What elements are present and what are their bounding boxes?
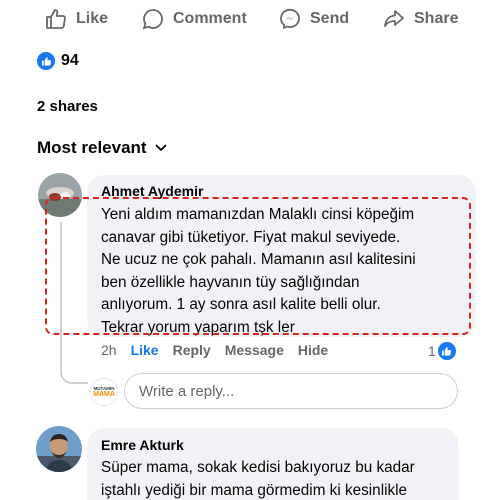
like-badge-icon [37, 52, 55, 70]
thumbs-up-icon [46, 9, 66, 29]
like-badge-icon [437, 342, 456, 360]
page-avatar: MUTAMİN MAMA [90, 378, 118, 406]
avatar[interactable] [36, 426, 82, 472]
comment-line: Ne ucuz ne çok pahalı. Mamanın asıl kali… [101, 251, 416, 268]
comment-like-count: 1 [428, 343, 436, 359]
comment-message-link[interactable]: Message [225, 342, 284, 358]
chevron-down-icon [155, 144, 166, 151]
reaction-summary[interactable]: 94 [37, 52, 79, 70]
comment-timestamp[interactable]: 2h [101, 342, 117, 358]
share-arrow-icon [384, 10, 404, 27]
reaction-count: 94 [61, 52, 79, 69]
comment-line: Yeni aldım mamanızdan Malaklı cinsi köpe… [101, 206, 415, 223]
send-button-label: Send [310, 10, 350, 27]
comment-reply-link[interactable]: Reply [173, 342, 211, 358]
avatar[interactable] [38, 173, 82, 217]
comment-line: anlıyorum. 1 ay sonra asıl kalite belli … [101, 296, 381, 313]
thread-connector [60, 222, 88, 384]
comment-bubble-icon [142, 9, 163, 30]
comment-reaction-summary[interactable]: 1 [428, 342, 456, 360]
comment-line: canavar gibi tüketiyor. Fiyat makul sevi… [101, 228, 401, 246]
like-button[interactable]: Like [44, 6, 108, 32]
comment-actions: 2h Like Reply Message Hide [101, 342, 342, 358]
comment-text: Yeni aldım mamanızdan Malaklı cinsi köpe… [101, 204, 461, 339]
post-action-bar: Like Comment Send Share [0, 0, 500, 38]
page-logo-bottom: MAMA [93, 390, 115, 398]
comment-text: Süper mama, sokak kedisi bakıyoruz bu ka… [101, 457, 461, 500]
comment-line: ben özellikle hayvanın tüy sağlığından [101, 273, 360, 291]
comment-author[interactable]: Emre Akturk [101, 437, 184, 453]
share-button[interactable]: Share [382, 6, 458, 32]
comment-line: iştahlı yediği bir mama görmedim ki kesi… [101, 481, 408, 499]
send-button[interactable]: Send [278, 6, 349, 32]
share-count[interactable]: 2 shares [37, 98, 98, 115]
reply-input[interactable] [124, 373, 458, 409]
sort-label: Most relevant [37, 138, 147, 157]
comment-button-label: Comment [173, 10, 247, 27]
comment-author[interactable]: Ahmet Aydemir [101, 183, 203, 199]
comment-button[interactable]: Comment [141, 6, 247, 32]
comment-sort-dropdown[interactable]: Most relevant [37, 138, 167, 158]
like-button-label: Like [76, 10, 109, 27]
comment-line: Süper mama, sokak kedisi bakıyoruz bu ka… [101, 459, 415, 476]
comment-like-link[interactable]: Like [131, 342, 159, 358]
comment-hide-link[interactable]: Hide [298, 342, 328, 358]
share-button-label: Share [414, 10, 459, 27]
comment-line: Tekrar yorum yaparım tşk ler [101, 318, 295, 336]
messenger-icon [280, 8, 300, 29]
